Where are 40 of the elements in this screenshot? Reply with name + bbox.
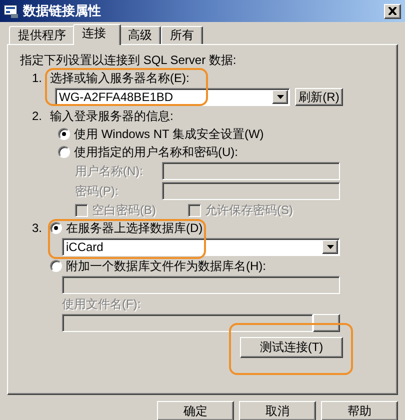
field-label: 密码(P): [75, 183, 120, 199]
test-connection-button[interactable]: 测试连接(T) [240, 337, 343, 358]
checkbox-label: 允许保存密码(S) [205, 202, 293, 218]
checkbox-label: 空白密码(B) [92, 202, 156, 218]
step-number: 3. [32, 220, 44, 236]
radio-label: 附加一个数据库文件作为数据库名(H): [66, 258, 266, 274]
radio-label: 使用指定的用户名称和密码(U): [74, 144, 238, 160]
help-button[interactable]: 帮助 [321, 401, 398, 420]
radio-label: 使用 Windows NT 集成安全设置(W) [74, 126, 264, 142]
radio-button[interactable] [50, 222, 62, 234]
tab[interactable]: 高级 [119, 26, 161, 44]
refresh-button[interactable]: 刷新(R) [295, 88, 343, 106]
close-button[interactable] [384, 4, 401, 18]
tab[interactable]: 所有 [161, 26, 203, 44]
window-title: 数据链接属性 [23, 2, 102, 20]
radio-button[interactable] [58, 146, 70, 158]
radio-button[interactable] [50, 260, 62, 272]
step-number: 1. [32, 70, 44, 86]
radio-button[interactable] [58, 128, 70, 140]
radio-label: 在服务器上选择数据库(D) [66, 220, 203, 236]
cancel-button[interactable]: 取消 [239, 401, 316, 420]
step-number: 2. [32, 108, 44, 124]
instruction-text: 指定下列设置以连接到 SQL Server 数据: [20, 52, 236, 68]
window-icon [3, 3, 19, 19]
database-combobox[interactable]: iCCard [62, 238, 340, 256]
field-label: 使用文件名(F): [62, 296, 141, 312]
tab[interactable]: 连接 [73, 24, 121, 45]
section-label: 输入登录服务器的信息: [50, 108, 174, 124]
tab[interactable]: 提供程序 [9, 26, 75, 44]
dropdown-button[interactable] [272, 90, 288, 104]
caret-icon [276, 95, 284, 99]
file-name-field[interactable] [62, 314, 313, 332]
database-name-field[interactable] [62, 276, 340, 294]
dropdown-button[interactable] [322, 240, 338, 254]
close-icon [388, 7, 397, 15]
server-combobox[interactable]: WG-A2FFA48BE1BD [55, 88, 290, 106]
field-label: 选择或输入服务器名称(E): [50, 70, 190, 86]
caret-icon [326, 245, 334, 249]
ok-button[interactable]: 确定 [157, 401, 234, 420]
field-label: 用户名称(N): [75, 163, 144, 179]
